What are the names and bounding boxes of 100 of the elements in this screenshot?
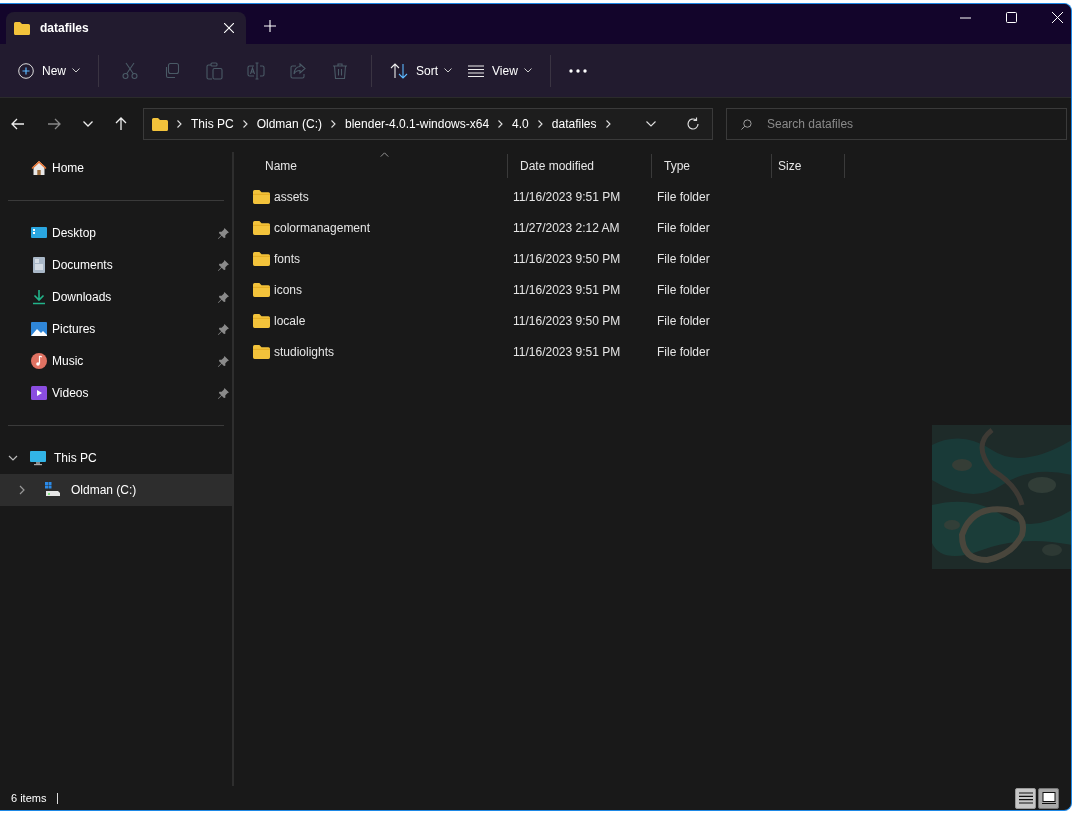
type-cell-text: File folder bbox=[657, 313, 711, 328]
column-header[interactable]: Type bbox=[652, 154, 772, 178]
type-cell-text: File folder bbox=[657, 344, 711, 359]
search-icon bbox=[741, 119, 752, 130]
sidebar-item[interactable]: Videos bbox=[0, 377, 232, 409]
sidebar-item[interactable]: Home bbox=[0, 152, 232, 184]
chevron-right-icon bbox=[331, 120, 337, 128]
folder-icon bbox=[253, 282, 270, 297]
chevron-right-icon bbox=[498, 120, 504, 128]
file-row[interactable]: colormanagement 11/27/2023 2:12 AM File folder bbox=[253, 212, 853, 243]
chevron-right-icon bbox=[177, 120, 182, 128]
type-cell-text: File folder bbox=[657, 220, 711, 235]
sidebar-item[interactable]: Pictures bbox=[0, 313, 232, 345]
close-icon[interactable] bbox=[224, 23, 234, 33]
close-icon[interactable] bbox=[1052, 12, 1063, 23]
type-cell-text: File folder bbox=[657, 189, 711, 204]
chevron-right-icon bbox=[242, 120, 248, 128]
chevron-right-icon bbox=[537, 120, 543, 128]
pin-icon[interactable] bbox=[218, 291, 229, 303]
file-row[interactable]: assets 11/16/2023 9:51 PM File folder bbox=[253, 181, 853, 212]
new-button[interactable]: New bbox=[10, 56, 88, 85]
details-view-button[interactable] bbox=[1015, 787, 1036, 809]
file-row[interactable]: fonts 11/16/2023 9:50 PM File folder bbox=[253, 243, 853, 274]
column-header[interactable]: Size bbox=[772, 154, 845, 178]
folder-icon bbox=[253, 220, 270, 235]
breadcrumb[interactable]: This PC bbox=[191, 117, 234, 131]
date-cell-text: 11/16/2023 9:51 PM bbox=[513, 344, 622, 359]
folder-icon bbox=[14, 21, 30, 35]
type-cell-text: File folder bbox=[657, 251, 711, 266]
pin-icon[interactable] bbox=[218, 259, 229, 271]
file-name: icons bbox=[274, 282, 302, 297]
window-tab[interactable]: datafiles bbox=[6, 12, 246, 44]
file-name: fonts bbox=[274, 251, 300, 266]
drive-icon bbox=[45, 482, 61, 498]
up-icon[interactable] bbox=[115, 117, 127, 131]
file-row[interactable]: locale 11/16/2023 9:50 PM File folder bbox=[253, 305, 853, 336]
lines-icon bbox=[468, 64, 485, 77]
view-button[interactable]: View bbox=[460, 57, 540, 84]
type-cell-text: File folder bbox=[657, 282, 711, 297]
sidebar-item[interactable]: This PC bbox=[0, 442, 232, 474]
breadcrumb[interactable]: datafiles bbox=[551, 117, 597, 131]
plus-icon[interactable] bbox=[264, 20, 276, 32]
folder-icon bbox=[253, 344, 270, 359]
refresh-icon[interactable] bbox=[686, 117, 700, 131]
sidebar-item[interactable]: Desktop bbox=[0, 217, 232, 249]
sort-button[interactable]: Sort bbox=[382, 56, 461, 85]
file-name: studiolights bbox=[274, 344, 335, 359]
file-row[interactable]: studiolights 11/16/2023 9:51 PM File folder bbox=[253, 336, 853, 367]
sidebar-item[interactable]: Music bbox=[0, 345, 232, 377]
picture-icon bbox=[31, 321, 47, 337]
caret-icon bbox=[72, 68, 80, 73]
folder-icon bbox=[253, 251, 270, 266]
chevron-down-icon[interactable] bbox=[646, 121, 656, 127]
folder-icon bbox=[253, 313, 270, 328]
download-icon bbox=[31, 289, 47, 305]
date-cell-text: 11/16/2023 9:50 PM bbox=[513, 251, 622, 266]
column-header[interactable]: Name bbox=[253, 154, 508, 178]
tiles-icon bbox=[1041, 792, 1056, 804]
search-field[interactable]: Search datafiles bbox=[726, 108, 1067, 140]
address-bar[interactable]: This PC Oldman (C:) blender-4.0.1-windows-x64 4.0 datafiles bbox=[143, 108, 713, 140]
sidebar-item[interactable]: Documents bbox=[0, 249, 232, 281]
date-cell-text: 11/27/2023 2:12 AM bbox=[513, 220, 621, 235]
video-icon bbox=[31, 385, 47, 401]
monitor-icon bbox=[30, 450, 46, 466]
pin-icon[interactable] bbox=[218, 387, 229, 399]
chevron-icon[interactable] bbox=[17, 485, 27, 495]
breadcrumb[interactable]: 4.0 bbox=[512, 117, 529, 131]
breadcrumb[interactable]: blender-4.0.1-windows-x64 bbox=[345, 117, 490, 131]
sidebar-item[interactable]: Downloads bbox=[0, 281, 232, 313]
pin-icon[interactable] bbox=[218, 323, 229, 335]
tiles-view-button[interactable] bbox=[1038, 787, 1059, 809]
desktop-icon bbox=[31, 225, 47, 241]
music-icon bbox=[31, 353, 47, 369]
date-cell-text: 11/16/2023 9:51 PM bbox=[513, 189, 622, 204]
sidebar-item[interactable]: Oldman (C:) bbox=[0, 474, 232, 506]
pin-icon[interactable] bbox=[218, 355, 229, 367]
back-icon[interactable] bbox=[11, 118, 25, 130]
file-name: colormanagement bbox=[274, 220, 371, 235]
more-icon[interactable] bbox=[568, 68, 587, 73]
home-icon bbox=[31, 160, 47, 176]
sort-arrows-icon bbox=[390, 62, 408, 79]
caret-icon bbox=[523, 68, 532, 73]
file-row[interactable]: icons 11/16/2023 9:51 PM File folder bbox=[253, 274, 853, 305]
item-count: 6 items bbox=[11, 792, 47, 804]
date-cell-text: 11/16/2023 9:50 PM bbox=[513, 313, 622, 328]
maximize-icon[interactable] bbox=[1006, 12, 1017, 23]
file-name: assets bbox=[274, 189, 309, 204]
caret-icon bbox=[444, 68, 453, 73]
column-header[interactable]: Date modified bbox=[508, 154, 652, 178]
chevron-right-icon bbox=[605, 120, 611, 128]
document-icon bbox=[31, 257, 47, 273]
plus-circle-icon bbox=[18, 62, 34, 79]
folder-icon bbox=[253, 189, 270, 204]
chevron-down-icon[interactable] bbox=[83, 121, 93, 127]
chevron-icon[interactable] bbox=[8, 453, 18, 463]
pin-icon[interactable] bbox=[218, 227, 229, 239]
file-name: locale bbox=[274, 313, 306, 328]
date-cell-text: 11/16/2023 9:51 PM bbox=[513, 282, 622, 297]
breadcrumb[interactable]: Oldman (C:) bbox=[256, 117, 323, 131]
list-icon bbox=[1018, 792, 1033, 804]
